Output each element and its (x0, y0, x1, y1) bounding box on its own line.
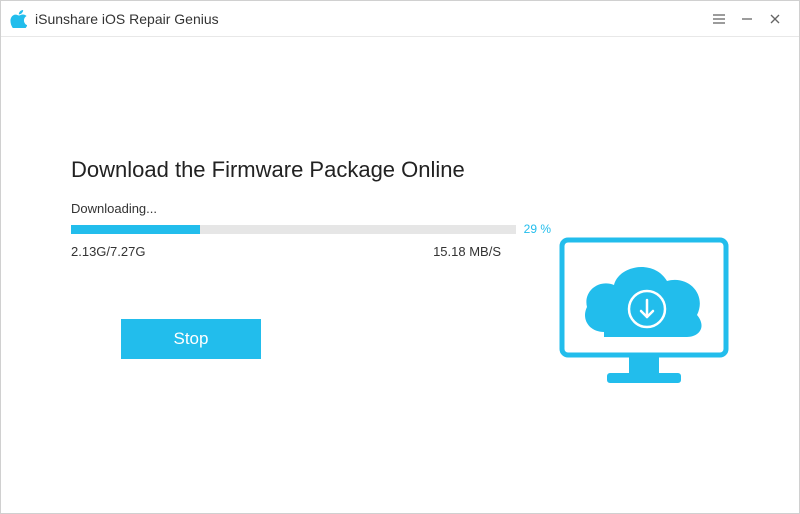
progress-bar (71, 225, 516, 234)
download-meta: 2.13G/7.27G 15.18 MB/S (71, 244, 501, 259)
page-title: Download the Firmware Package Online (71, 157, 729, 183)
download-speed-label: 15.18 MB/S (433, 244, 501, 259)
app-title: iSunshare iOS Repair Genius (35, 11, 219, 27)
download-status-label: Downloading... (71, 201, 729, 216)
stop-button[interactable]: Stop (121, 319, 261, 359)
progress-fill (71, 225, 200, 234)
progress-percent-label: 29 % (524, 222, 551, 236)
main-content: Download the Firmware Package Online Dow… (1, 37, 799, 513)
progress-bar-row: 29 % (71, 222, 551, 236)
minimize-icon[interactable] (733, 5, 761, 33)
download-illustration-icon (559, 237, 729, 397)
app-logo-icon (9, 10, 27, 28)
titlebar: iSunshare iOS Repair Genius (1, 1, 799, 37)
downloaded-size-label: 2.13G/7.27G (71, 244, 145, 259)
menu-icon[interactable] (705, 5, 733, 33)
close-icon[interactable] (761, 5, 789, 33)
app-window: iSunshare iOS Repair Genius Download the… (0, 0, 800, 514)
